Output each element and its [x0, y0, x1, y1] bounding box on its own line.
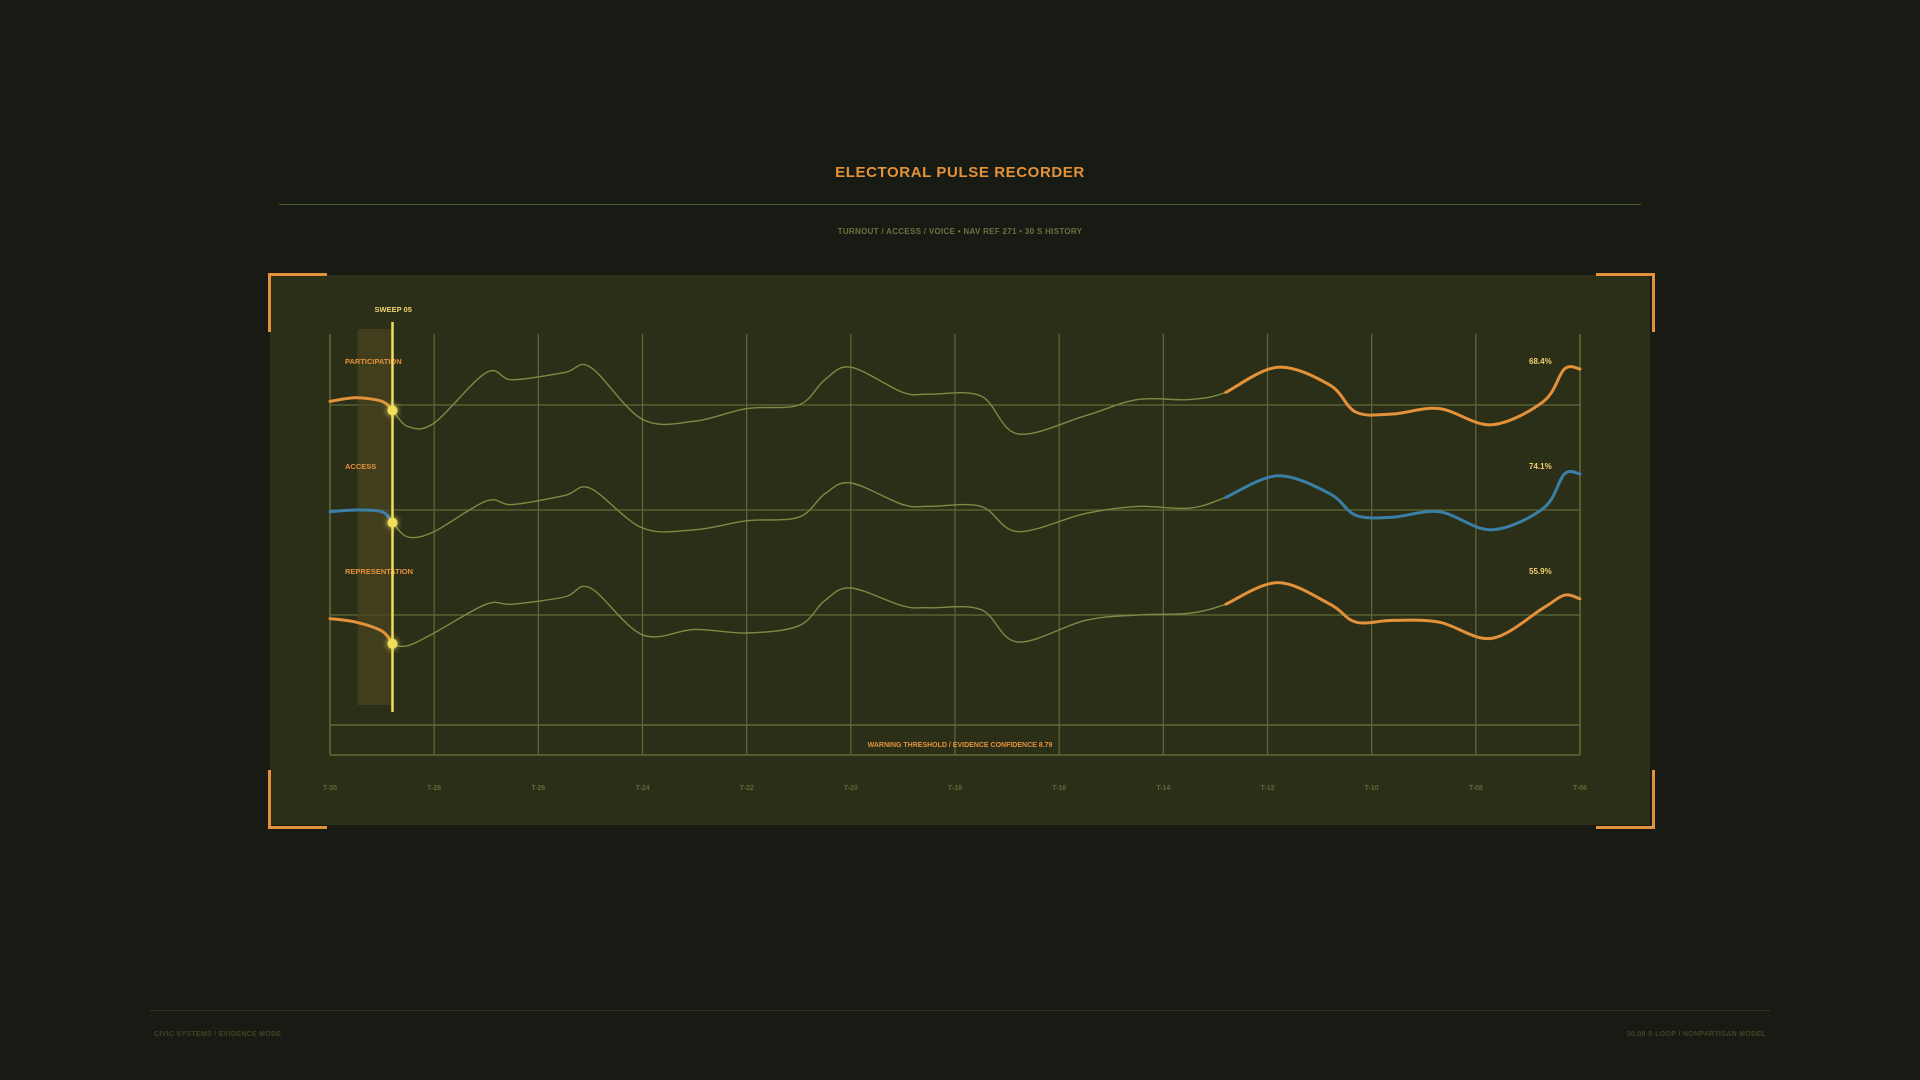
x-tick-label: T-18	[948, 785, 962, 792]
series-value-label: 68.4%	[1529, 357, 1552, 366]
x-tick-label: T-28	[427, 785, 441, 792]
x-tick-label: T-12	[1260, 785, 1274, 792]
footer-divider	[150, 1010, 1770, 1011]
sweep-trail-band	[357, 329, 392, 705]
threshold-label: WARNING THRESHOLD / EVIDENCE CONFIDENCE …	[868, 742, 1053, 749]
sweep-label: SWEEP 05	[375, 305, 412, 314]
x-tick-label: T-14	[1156, 785, 1170, 792]
recorder-screen: ELECTORAL PULSE RECORDER TURNOUT / ACCES…	[0, 0, 1920, 1080]
footer-right-label: 30.00 S LOOP / NONPARTISAN MODEL	[1626, 1031, 1766, 1038]
x-tick-label: T-20	[844, 785, 858, 792]
x-tick-label: T-10	[1365, 785, 1379, 792]
x-tick-label: T-30	[323, 785, 337, 792]
x-tick-label: T-26	[531, 785, 545, 792]
x-tick-label: T-22	[740, 785, 754, 792]
x-tick-label: T-08	[1469, 785, 1483, 792]
series-value-label: 74.1%	[1529, 462, 1552, 471]
series-name-label: ACCESS	[345, 462, 376, 471]
x-tick-label: T-24	[635, 785, 649, 792]
x-tick-label: T-06	[1573, 785, 1587, 792]
series-trace-recent	[1224, 365, 1582, 427]
x-tick-label: T-16	[1052, 785, 1066, 792]
footer-left-label: CIVIC SYSTEMS / EVIDENCE MODE	[154, 1031, 282, 1038]
pulse-chart: T-30 T-28 T-26 T-24 T-22 T-20 T-18 T-16 T-14 T-12…	[323, 305, 1587, 792]
series-name-label: REPRESENTATION	[345, 567, 413, 576]
series-trace-recent	[1224, 469, 1582, 532]
series-value-label: 55.9%	[1529, 567, 1552, 576]
series-trace-recent	[1224, 581, 1582, 641]
